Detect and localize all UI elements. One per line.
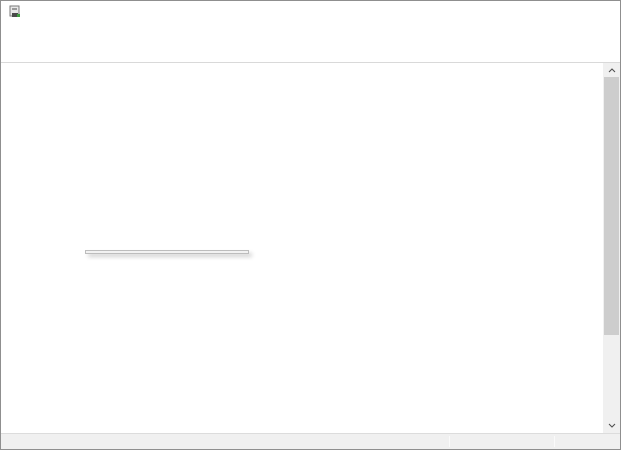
context-menu [85,250,249,254]
device-manager-icon [8,5,22,19]
minimize-button[interactable] [506,1,544,23]
status-bar [1,433,620,449]
device-tree-panel [1,63,620,433]
maximize-button[interactable] [544,1,582,23]
statusbar-divider [449,436,450,447]
statusbar-divider [554,436,555,447]
toolbar [1,43,620,63]
device-manager-window [0,0,621,450]
scrollbar-thumb[interactable] [604,77,619,335]
title-bar [1,1,620,23]
vertical-scrollbar[interactable] [603,63,620,433]
scroll-down-icon[interactable] [603,418,620,433]
menu-bar [1,23,620,43]
scroll-up-icon[interactable] [603,63,620,78]
close-button[interactable] [582,1,620,23]
